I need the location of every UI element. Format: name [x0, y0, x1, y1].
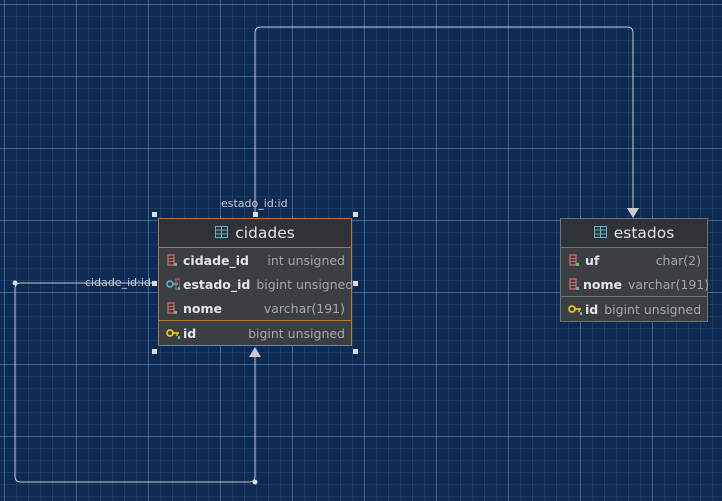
table-estados[interactable]: estados uf char(2) nome varchar(191) id …: [560, 218, 710, 322]
selection-handle[interactable]: [253, 212, 258, 217]
table-name: estados: [613, 224, 675, 242]
table-name: cidades: [235, 224, 295, 242]
edge-label-cidade-id: cidade_id:id: [85, 276, 151, 289]
edge-bend-point[interactable]: [12, 280, 18, 286]
selection-handle[interactable]: [152, 212, 157, 217]
column-icon: [568, 277, 580, 291]
column-type: varchar(191): [263, 300, 345, 316]
table-header[interactable]: cidades: [159, 219, 351, 248]
column-row[interactable]: cidade_id int unsigned: [159, 248, 351, 272]
table-icon: [593, 224, 607, 242]
column-icon: [568, 253, 582, 267]
table-cidades[interactable]: cidades cidade_id int unsigned estado_id…: [158, 218, 354, 346]
column-row[interactable]: nome varchar(191): [159, 296, 351, 320]
foreign-key-icon: [166, 278, 180, 291]
column-icon: [166, 253, 180, 267]
column-type: bigint unsigned: [604, 301, 702, 317]
column-name: nome: [583, 276, 622, 292]
column-type: char(2): [655, 252, 701, 268]
column-row[interactable]: id bigint unsigned: [159, 321, 351, 345]
selection-handle[interactable]: [152, 349, 157, 354]
selection-handle[interactable]: [353, 349, 358, 354]
column-type: int unsigned: [267, 252, 345, 268]
edge-label-estado-id: estado_id:id: [221, 197, 288, 210]
column-name: id: [585, 301, 599, 317]
column-type: varchar(191): [628, 276, 710, 292]
column-name: uf: [585, 252, 600, 268]
edge-estado-id[interactable]: [254, 26, 634, 214]
column-row[interactable]: nome varchar(191): [561, 272, 710, 296]
table-header[interactable]: estados: [561, 219, 707, 248]
primary-key-icon: [568, 303, 582, 316]
column-name: cidade_id: [183, 252, 249, 268]
selection-handle[interactable]: [353, 281, 358, 286]
column-name: nome: [183, 300, 222, 316]
selection-handle[interactable]: [353, 212, 358, 217]
column-name: id: [183, 325, 197, 341]
column-row[interactable]: id bigint unsigned: [561, 297, 707, 321]
selection-handle[interactable]: [152, 281, 157, 286]
column-type: bigint unsigned: [248, 325, 345, 341]
column-row[interactable]: estado_id bigint unsigned: [159, 272, 354, 296]
primary-key-icon: [166, 327, 180, 340]
edge-arrow-estados: [627, 208, 639, 218]
column-name: estado_id: [183, 276, 251, 292]
column-icon: [166, 301, 180, 315]
table-icon: [215, 224, 229, 242]
edge-arrow-cidades: [249, 347, 261, 357]
column-row[interactable]: uf char(2): [561, 248, 707, 272]
edge-bend-point[interactable]: [252, 479, 258, 485]
column-type: bigint unsigned: [256, 276, 354, 292]
